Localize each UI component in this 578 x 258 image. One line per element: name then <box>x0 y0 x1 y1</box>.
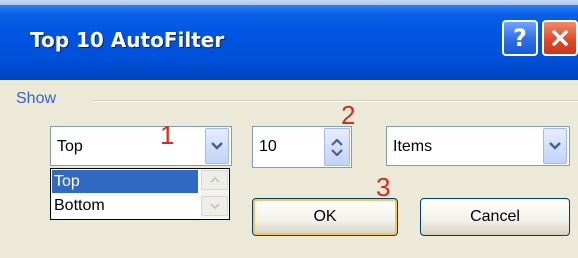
dropdown-scrollbar[interactable] <box>201 170 228 218</box>
help-button[interactable]: ? <box>502 20 538 56</box>
help-icon: ? <box>513 24 527 52</box>
count-spinner-button[interactable] <box>324 128 350 166</box>
show-group-divider <box>92 100 578 102</box>
title-bar-top-strip <box>0 0 578 5</box>
chevron-down-icon <box>211 142 223 150</box>
top-bottom-dropdown-list: Top Bottom <box>50 168 230 220</box>
count-input-value: 10 <box>259 138 277 155</box>
annotation-2: 2 <box>341 100 356 130</box>
scroll-up-button[interactable] <box>201 170 228 190</box>
scroll-down-button[interactable] <box>201 196 228 216</box>
scroll-down-icon <box>209 203 220 209</box>
spin-down-icon <box>331 148 343 156</box>
items-percent-combo[interactable]: Items <box>386 126 570 166</box>
show-group-label: Show <box>16 90 57 107</box>
annotation-3: 3 <box>376 172 391 202</box>
top-bottom-dropdown-button[interactable] <box>205 128 229 164</box>
dropdown-option-top[interactable]: Top <box>52 170 198 193</box>
items-combo-value: Items <box>393 138 433 155</box>
dropdown-option-bottom[interactable]: Bottom <box>52 194 198 217</box>
scroll-up-icon <box>209 177 220 183</box>
spin-up-icon <box>331 138 343 146</box>
dialog-title: Top 10 AutoFilter <box>30 28 225 52</box>
close-icon <box>552 30 568 46</box>
dialog-title-bar[interactable]: Top 10 AutoFilter ? <box>0 0 578 80</box>
close-button[interactable] <box>542 20 578 56</box>
items-dropdown-button[interactable] <box>543 128 567 164</box>
ok-button[interactable]: OK <box>252 198 398 236</box>
top-bottom-combo-value: Top <box>57 138 83 155</box>
chevron-down-icon <box>549 142 561 150</box>
annotation-1: 1 <box>160 120 175 150</box>
top-bottom-combo[interactable]: Top <box>50 126 232 166</box>
cancel-button[interactable]: Cancel <box>420 198 570 236</box>
